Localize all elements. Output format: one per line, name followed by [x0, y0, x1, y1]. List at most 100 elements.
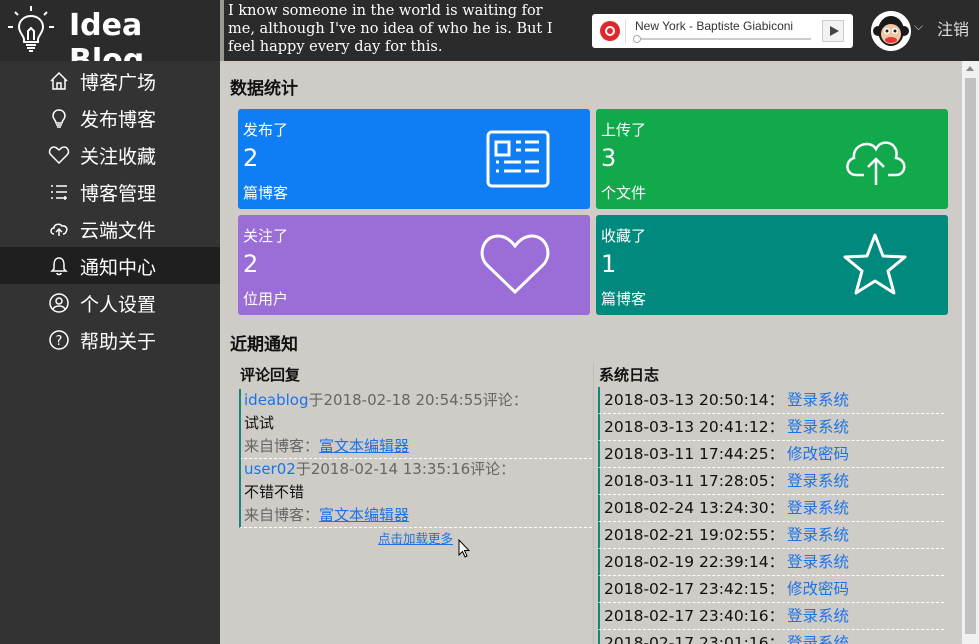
star-icon	[843, 233, 907, 295]
sidebar-item-publish[interactable]: 发布博客	[0, 99, 220, 136]
stat-card-favorites[interactable]: 收藏了 1 篇博客	[596, 215, 948, 315]
log-action-link[interactable]: 登录系统	[787, 387, 849, 413]
sidebar-item-manage[interactable]: 博客管理	[0, 173, 220, 210]
log-row: 2018-02-24 13:24:30： 登录系统	[598, 495, 944, 522]
logo[interactable]: Idea Blog	[0, 0, 220, 78]
log-time: 2018-02-17 23:01:16：	[604, 634, 785, 644]
home-icon	[50, 71, 68, 90]
vertical-scrollbar[interactable]	[962, 61, 979, 644]
netease-music-icon	[600, 21, 620, 41]
stat-prefix: 收藏了	[601, 227, 647, 245]
avatar[interactable]	[871, 11, 911, 51]
log-action-link[interactable]: 登录系统	[787, 522, 849, 548]
sidebar-item-settings[interactable]: 个人设置	[0, 284, 220, 321]
log-row: 2018-02-19 22:39:14： 登录系统	[598, 549, 944, 576]
sidebar: 博客广场 发布博客 关注收藏 博客管理 云端文件 通知中心 个人设置 ? 帮助关…	[0, 61, 220, 644]
column-divider	[593, 363, 594, 644]
header-quote: I know someone in the world is waiting f…	[228, 3, 553, 55]
bulb-icon	[52, 109, 66, 128]
sidebar-item-label: 博客管理	[80, 183, 157, 205]
stats-title: 数据统计	[230, 79, 298, 99]
scroll-thumb[interactable]	[965, 78, 976, 634]
user-icon	[49, 293, 69, 313]
stat-suffix: 个文件	[601, 184, 647, 202]
chevron-down-icon[interactable]: ⌵	[914, 19, 923, 34]
comment-item: user02于2018-02-14 13:35:16评论： 不错不错 来自博客：…	[239, 458, 592, 528]
comments-title: 评论回复	[240, 366, 301, 384]
heart-icon	[48, 146, 70, 165]
article-icon	[486, 130, 550, 188]
sidebar-item-label: 云端文件	[80, 220, 157, 242]
log-time: 2018-02-21 19:02:55：	[604, 526, 785, 544]
log-row: 2018-02-17 23:40:16： 登录系统	[598, 603, 944, 630]
log-action-link[interactable]: 登录系统	[787, 603, 849, 629]
log-action-link[interactable]: 登录系统	[787, 549, 849, 575]
log-row: 2018-03-13 20:41:12： 登录系统	[598, 414, 944, 441]
main-content: 数据统计 发布了 2 篇博客 上传了 3 个文件 关注了 2 位用户 收藏了 1…	[220, 61, 962, 644]
comment-blog-link[interactable]: 富文本编辑器	[319, 506, 409, 524]
log-action-link[interactable]: 登录系统	[787, 468, 849, 494]
log-time: 2018-02-17 23:40:16：	[604, 607, 785, 625]
stat-count: 2	[243, 144, 259, 172]
log-action-link[interactable]: 登录系统	[787, 495, 849, 521]
log-title: 系统日志	[599, 366, 660, 384]
sidebar-item-label: 博客广场	[80, 72, 157, 94]
log-action-link[interactable]: 登录系统	[787, 414, 849, 440]
help-icon: ?	[49, 330, 69, 350]
sidebar-item-help[interactable]: ? 帮助关于	[0, 321, 220, 358]
progress-knob[interactable]	[633, 35, 641, 43]
log-row: 2018-02-17 23:01:16： 登录系统	[598, 630, 944, 644]
progress-track[interactable]	[633, 35, 811, 43]
top-bar: Idea Blog I know someone in the world is…	[0, 0, 979, 78]
stat-count: 3	[601, 144, 617, 172]
sidebar-item-blog-square[interactable]: 博客广场	[0, 62, 220, 99]
log-action-link[interactable]: 修改密码	[787, 441, 849, 467]
log-time: 2018-02-17 23:42:15：	[604, 580, 785, 598]
stat-card-posts[interactable]: 发布了 2 篇博客	[238, 109, 590, 209]
bell-icon	[50, 257, 68, 276]
sidebar-item-notifications[interactable]: 通知中心	[0, 247, 220, 284]
cloud-icon	[50, 223, 68, 236]
svg-text:?: ?	[56, 334, 63, 349]
cloud-upload-icon	[846, 141, 906, 185]
comment-user-link[interactable]: user02	[244, 460, 296, 478]
play-button[interactable]	[822, 20, 844, 42]
stat-suffix: 位用户	[243, 290, 289, 308]
log-time: 2018-02-19 22:39:14：	[604, 553, 785, 571]
sidebar-item-cloud[interactable]: 云端文件	[0, 210, 220, 247]
load-more-link[interactable]: 点击加载更多	[378, 528, 453, 547]
log-time: 2018-03-11 17:28:05：	[604, 472, 785, 490]
comment-blog-link[interactable]: 富文本编辑器	[319, 437, 409, 455]
monkey-avatar-icon	[871, 11, 911, 51]
log-action-link[interactable]: 登录系统	[787, 630, 849, 644]
stat-prefix: 上传了	[601, 121, 647, 139]
comment-body: 试试	[244, 414, 275, 432]
sidebar-item-follow[interactable]: 关注收藏	[0, 136, 220, 173]
stat-count: 2	[243, 250, 259, 278]
player-separator	[625, 19, 626, 43]
stat-suffix: 篇博客	[243, 184, 289, 202]
stat-card-following[interactable]: 关注了 2 位用户	[238, 215, 590, 315]
sidebar-item-label: 个人设置	[80, 294, 157, 316]
log-time: 2018-03-11 17:44:25：	[604, 445, 785, 463]
log-row: 2018-02-21 19:02:55： 登录系统	[598, 522, 944, 549]
log-row: 2018-03-11 17:28:05： 登录系统	[598, 468, 944, 495]
sidebar-item-label: 帮助关于	[80, 331, 157, 353]
lightbulb-logo-icon	[8, 6, 54, 52]
comment-meta: 于2018-02-18 20:54:55评论：	[308, 391, 528, 409]
stat-card-files[interactable]: 上传了 3 个文件	[596, 109, 948, 209]
comment-body: 不错不错	[244, 483, 305, 501]
log-time: 2018-03-13 20:41:12：	[604, 418, 785, 436]
comment-user-link[interactable]: ideablog	[244, 391, 309, 409]
logout-link[interactable]: 注销	[937, 16, 969, 40]
log-row: 2018-03-11 17:44:25： 修改密码	[598, 441, 944, 468]
scroll-up-arrow-icon[interactable]	[966, 66, 974, 71]
log-action-link[interactable]: 修改密码	[787, 576, 849, 602]
sidebar-item-label: 关注收藏	[80, 146, 157, 168]
notifications-title: 近期通知	[230, 335, 298, 355]
log-row: 2018-02-17 23:42:15： 修改密码	[598, 576, 944, 603]
comment-meta: 于2018-02-14 13:35:16评论：	[295, 460, 516, 478]
mouse-cursor-icon	[458, 539, 470, 558]
song-title: New York - Baptiste Giabiconi	[635, 19, 794, 33]
stat-prefix: 发布了	[243, 121, 289, 139]
